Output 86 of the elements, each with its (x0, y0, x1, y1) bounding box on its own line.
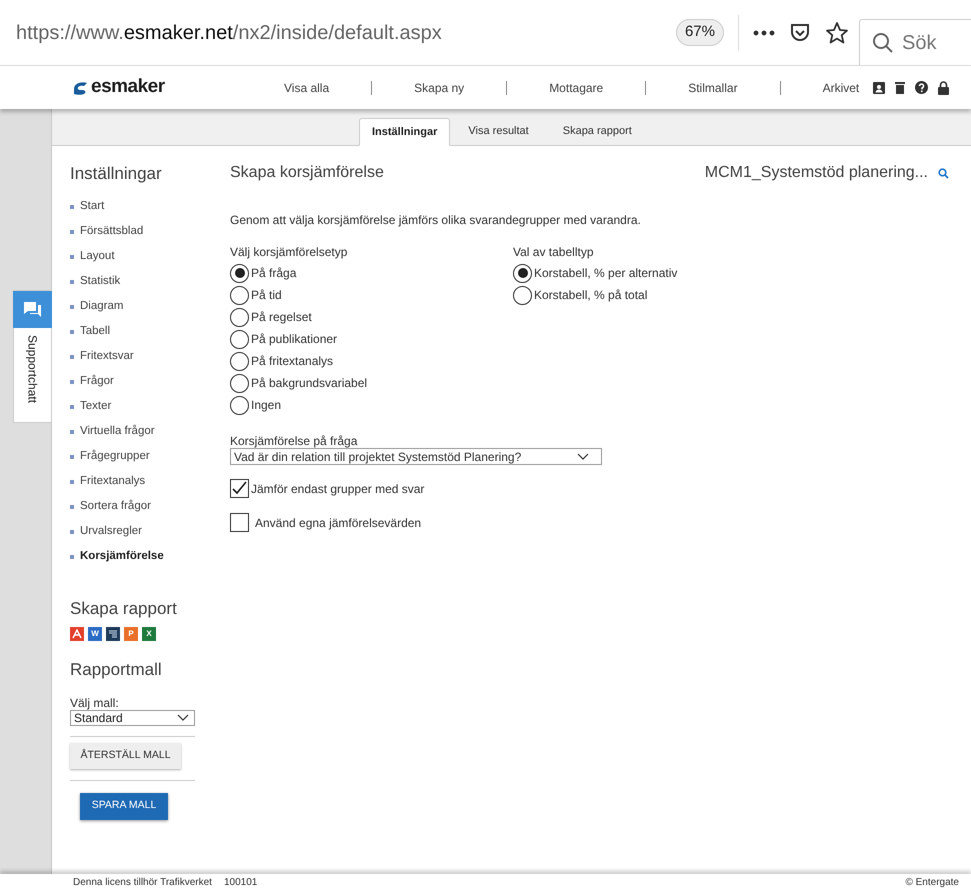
support-chat-tab[interactable]: Supportchatt (13, 290, 52, 423)
more-icon[interactable] (753, 30, 775, 36)
chevron-down-icon (577, 452, 589, 460)
copyright-text: © Entergate (905, 876, 959, 890)
section-title: Skapa rapport (70, 598, 178, 620)
radio-option[interactable]: På tid (230, 284, 513, 306)
sidebar-item[interactable]: Diagram (70, 294, 210, 320)
tab[interactable]: Inställningar (359, 118, 450, 146)
sidebar-item[interactable]: Försättsblad (70, 220, 210, 244)
sidebar-item[interactable]: Sortera frågor (70, 494, 210, 520)
reset-template-button[interactable]: ÅTERSTÄLL MALL (70, 742, 181, 768)
pocket-icon[interactable] (789, 22, 811, 44)
radio-option[interactable]: På regelset (230, 306, 513, 328)
sidebar-item[interactable]: Frågegrupper (70, 444, 210, 470)
save-template-button[interactable]: SPARA MALL (80, 792, 168, 820)
trash-icon[interactable] (895, 81, 905, 94)
lock-icon[interactable] (938, 80, 949, 94)
nav-link[interactable]: Stilmallar (688, 78, 738, 96)
sidebar-item[interactable]: Statistik (70, 270, 210, 294)
contact-card-icon[interactable] (873, 82, 885, 94)
checkbox[interactable] (230, 513, 249, 532)
excel-export-button[interactable]: X (142, 627, 156, 641)
template-select[interactable]: Standard (70, 710, 195, 726)
radio-option[interactable]: Korstabell, % per alternativ (513, 262, 678, 284)
group-label: Välj korsjämförelsetyp (230, 244, 348, 261)
radio-option[interactable]: På fråga (230, 262, 513, 284)
search-field[interactable]: Sök (902, 28, 962, 58)
sidebar-item[interactable]: Virtuella frågor (70, 420, 210, 444)
zoom-level[interactable]: 67% (676, 19, 724, 46)
nav-link[interactable]: Mottagare (549, 78, 604, 96)
radio-button[interactable] (230, 308, 249, 326)
sidebar-item[interactable]: Texter (70, 394, 210, 420)
sidebar-item[interactable]: Fritextsvar (70, 344, 210, 370)
license-number: 100101 (224, 876, 258, 890)
document-lines-icon (108, 629, 118, 639)
intro-text: Genom att välja korsjämförelse jämförs olika svarandegrupper med varandra. (230, 212, 642, 229)
field-label: Välj mall: (70, 696, 120, 710)
checkbox[interactable] (230, 479, 249, 498)
sidebar-title: Inställningar (70, 163, 163, 185)
radio-option[interactable]: På fritextanalys (230, 350, 513, 372)
radio-button[interactable] (513, 264, 532, 282)
tab[interactable]: Skapa rapport (546, 117, 648, 145)
tab[interactable]: Visa resultat (452, 117, 545, 145)
pdf-export-button[interactable] (70, 627, 84, 641)
section-title: Rapportmall (70, 659, 163, 681)
address-bar[interactable]: https://www.esmaker.net/nx2/inside/default.aspx (16, 18, 676, 48)
sidebar-item[interactable]: Fritextanalys (70, 470, 210, 494)
chat-icon (24, 302, 41, 318)
sidebar-item[interactable]: Frågor (70, 370, 210, 394)
license-text: Denna licens tillhör Trafikverket (73, 876, 212, 890)
survey-name: MCM1_Systemstöd planering... (704, 163, 928, 183)
sidebar-item[interactable]: Layout (70, 244, 210, 270)
page-title: Skapa korsjämförelse (230, 163, 384, 183)
nav-link[interactable]: Arkivet (822, 78, 860, 96)
search-icon (872, 32, 894, 54)
chevron-down-icon (177, 714, 189, 722)
group-label: Val av tabelltyp (513, 244, 594, 261)
radio-button[interactable] (230, 286, 249, 304)
logo-swirl-icon (72, 80, 89, 95)
help-icon[interactable] (915, 81, 928, 94)
search-icon[interactable] (938, 168, 949, 178)
publisher-export-button[interactable] (106, 627, 120, 641)
field-label: Korsjämförelse på fråga (230, 434, 358, 448)
sidebar-item[interactable]: Tabell (70, 320, 210, 344)
acrobat-icon (72, 629, 82, 639)
sidebar-item[interactable]: Urvalsregler (70, 520, 210, 544)
radio-button[interactable] (230, 396, 249, 414)
sidebar-item[interactable]: Start (70, 194, 210, 220)
question-select[interactable]: Vad är din relation till projektet Systemstöd Planering? (230, 448, 602, 465)
radio-button[interactable] (230, 374, 249, 392)
radio-button[interactable] (230, 352, 249, 370)
radio-option[interactable]: På publikationer (230, 328, 513, 350)
radio-button[interactable] (513, 286, 532, 304)
checkbox-option[interactable]: Jämför endast grupper med svar (230, 479, 949, 498)
radio-button[interactable] (230, 330, 249, 348)
radio-option[interactable]: På bakgrundsvariabel (230, 372, 513, 394)
logo[interactable]: esmaker (91, 73, 165, 102)
nav-link[interactable]: Visa alla (284, 78, 330, 96)
radio-option[interactable]: Korstabell, % på total (513, 284, 678, 306)
checkbox-option[interactable]: Använd egna jämförelsevärden (230, 513, 949, 532)
word-export-button[interactable]: W (88, 627, 102, 641)
sidebar-item[interactable]: Korsjämförelse (70, 544, 210, 570)
nav-link[interactable]: Skapa ny (414, 78, 464, 96)
radio-button[interactable] (230, 264, 249, 282)
radio-option[interactable]: Ingen (230, 394, 513, 416)
star-icon[interactable] (825, 20, 849, 44)
